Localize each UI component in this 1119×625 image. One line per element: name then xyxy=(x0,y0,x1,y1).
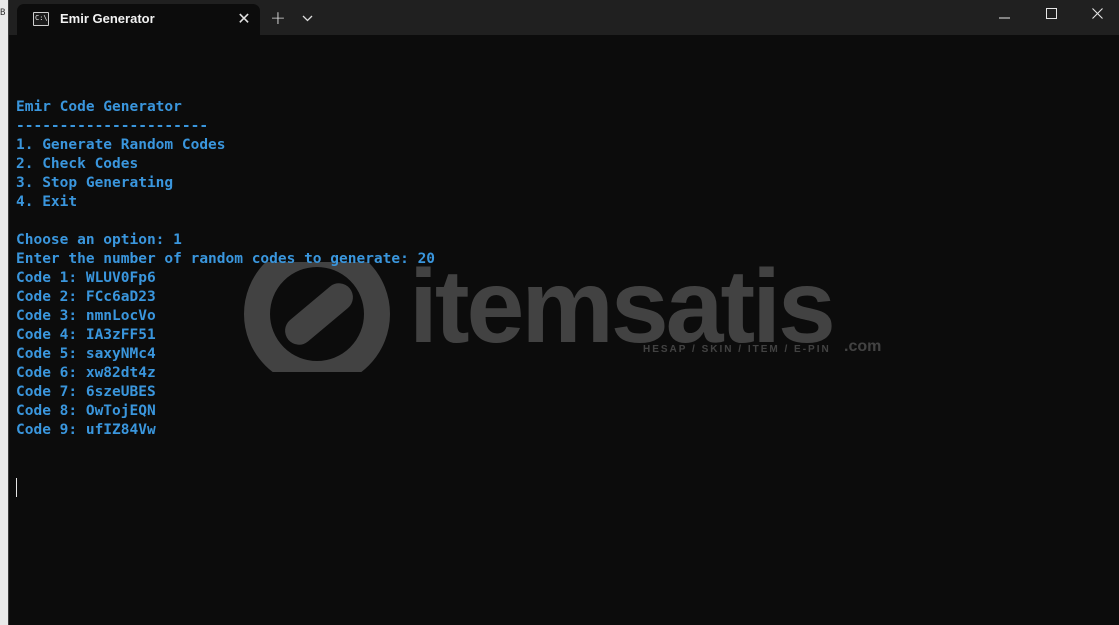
terminal-line: ---------------------- xyxy=(16,118,209,134)
terminal-line: Code 8: OwTojEQN xyxy=(16,403,156,419)
terminal-line: 4. Exit xyxy=(16,194,78,210)
maximize-button[interactable] xyxy=(1028,0,1074,32)
chevron-down-icon[interactable] xyxy=(298,8,316,28)
terminal-line: Code 6: xw82dt4z xyxy=(16,365,156,381)
text-cursor xyxy=(16,478,17,497)
maximize-icon xyxy=(1045,8,1057,19)
terminal-line: 2. Check Codes xyxy=(16,156,139,172)
minimize-button[interactable] xyxy=(981,0,1027,32)
watermark-suffix: .com xyxy=(844,338,882,355)
title-bar: C:\ Emir Generator ✕ + xyxy=(9,0,1119,35)
terminal-icon: C:\ xyxy=(33,12,49,26)
terminal-line: Choose an option: 1 xyxy=(16,232,182,248)
terminal-line: Code 3: nmnLocVo xyxy=(16,308,156,324)
watermark-tagline: HESAP / SKIN / ITEM / E-PIN xyxy=(643,344,831,355)
terminal-line: Code 4: IA3zFF51 xyxy=(16,327,156,343)
tab-emir-generator[interactable]: C:\ Emir Generator ✕ xyxy=(17,4,260,35)
terminal-line: Code 1: WLUV0Fp6 xyxy=(16,270,156,286)
tab-title: Emir Generator xyxy=(60,11,155,26)
terminal-line: Emir Code Generator xyxy=(16,99,182,115)
terminal-lines: Emir Code Generator ---------------------… xyxy=(16,98,435,440)
terminal-line: 1. Generate Random Codes xyxy=(16,137,226,153)
terminal-output[interactable]: Emir Code Generator ---------------------… xyxy=(16,60,435,535)
terminal-line: 3. Stop Generating xyxy=(16,175,174,191)
terminal-window: C:\ Emir Generator ✕ + itemsatis HESAP /… xyxy=(8,0,1119,625)
background-window-edge: B xyxy=(0,8,6,18)
terminal-line: Enter the number of random codes to gene… xyxy=(16,251,436,267)
terminal-line: Code 9: ufIZ84Vw xyxy=(16,422,156,438)
terminal-line: Code 7: 6szeUBES xyxy=(16,384,156,400)
new-tab-button[interactable]: + xyxy=(267,6,289,30)
window-close-button[interactable] xyxy=(1074,0,1119,32)
terminal-line: Code 2: FCc6aD23 xyxy=(16,289,156,305)
terminal-line: Code 5: saxyNMc4 xyxy=(16,346,156,362)
close-icon[interactable]: ✕ xyxy=(232,7,256,31)
